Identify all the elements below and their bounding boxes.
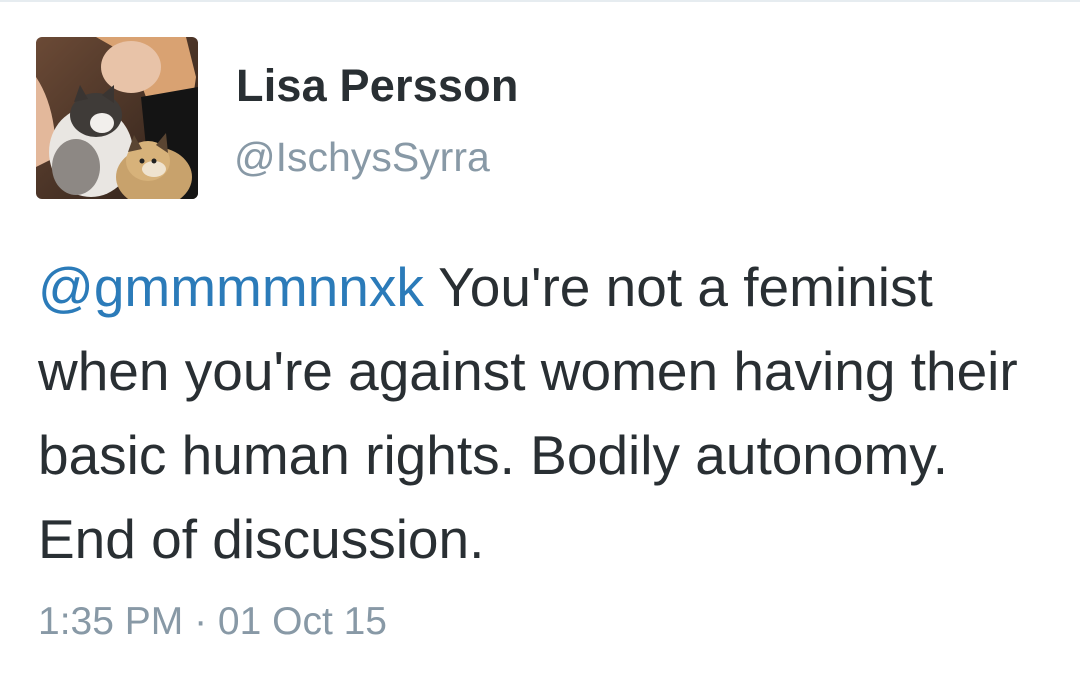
tweet-card: Lisa Persson @IschysSyrra @gmmmmnnxk You… (0, 0, 1080, 680)
user-handle[interactable]: @IschysSyrra (234, 134, 490, 181)
tweet-timestamp[interactable]: 1:35 PM · 01 Oct 15 (38, 600, 387, 644)
mention-link[interactable]: @gmmmmnnxk (38, 256, 424, 318)
avatar-photo (36, 37, 198, 199)
tweet-text: @gmmmmnnxk You're not a feminist when yo… (38, 245, 1048, 581)
avatar[interactable] (36, 37, 198, 199)
display-name[interactable]: Lisa Persson (236, 60, 519, 112)
